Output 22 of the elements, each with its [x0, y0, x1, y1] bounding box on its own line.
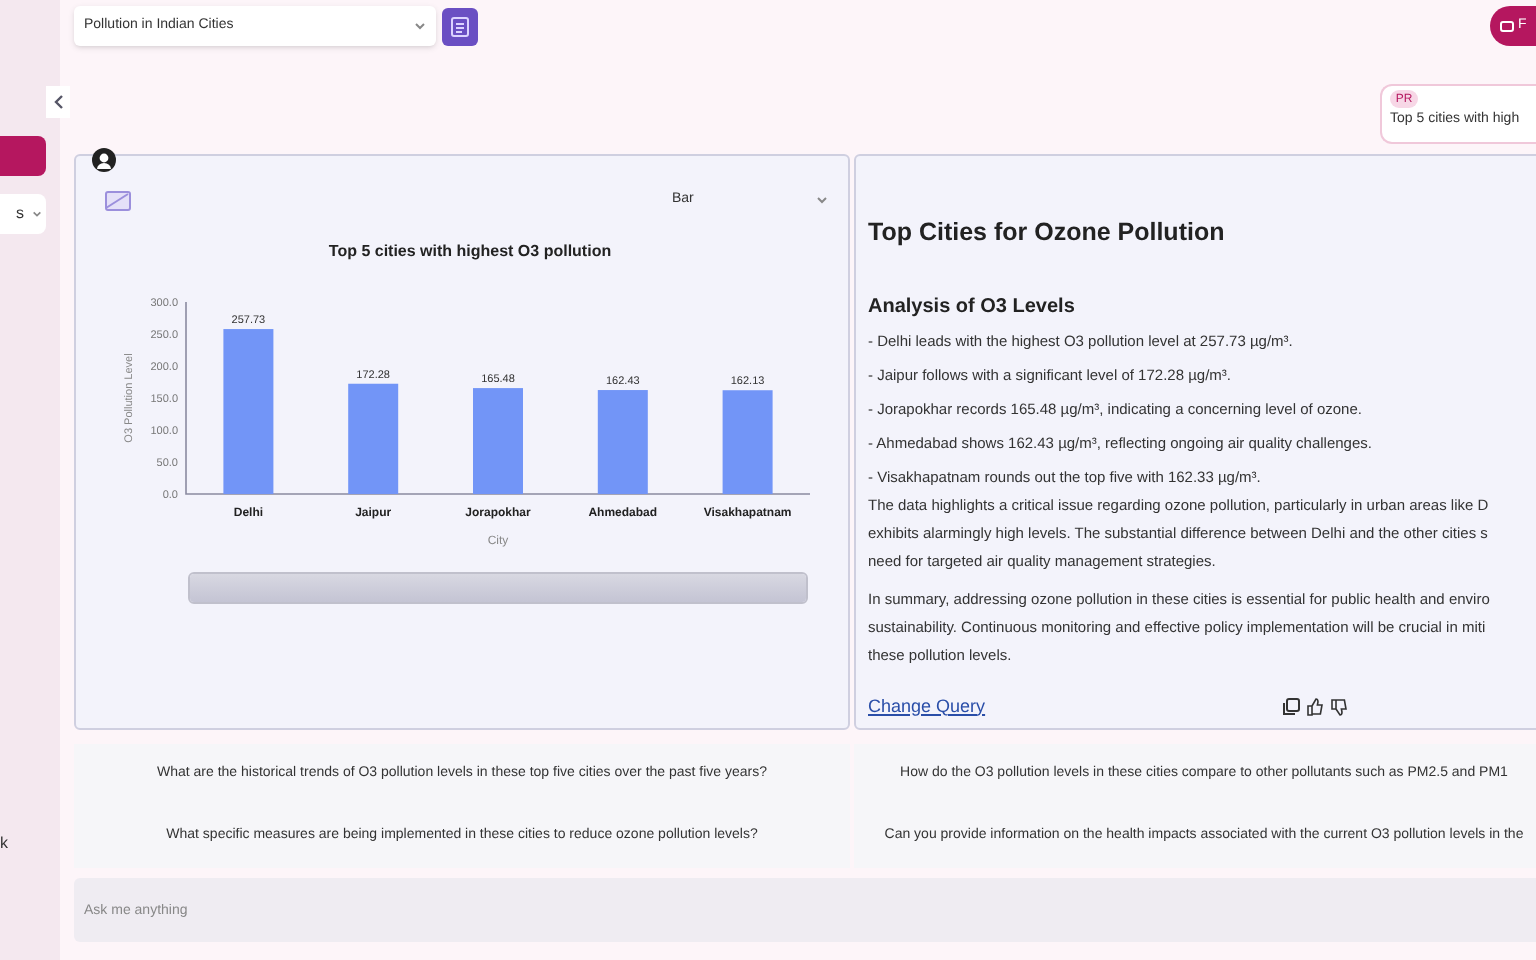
thumbs-down-icon — [1330, 697, 1348, 716]
answer-title: Top Cities for Ozone Pollution — [868, 220, 1227, 245]
thumbs-up-icon — [1306, 697, 1324, 716]
chevron-down-icon — [816, 196, 828, 204]
document-icon — [450, 15, 470, 37]
chevron-down-icon — [414, 22, 426, 30]
chart-title: Top 5 cities with highest O3 pollution — [328, 242, 612, 260]
bar — [597, 390, 648, 494]
sidebar-label: k — [0, 836, 10, 852]
change-query-link[interactable]: Change Query — [868, 693, 986, 720]
sidebar-select[interactable]: s — [0, 194, 46, 234]
image-icon — [104, 189, 132, 211]
bar — [722, 390, 773, 494]
bar — [348, 383, 399, 494]
chevron-left-icon — [52, 94, 64, 110]
answer-heading: Analysis of O3 Levels — [868, 297, 1077, 317]
collapse-button[interactable] — [46, 86, 70, 118]
document-button[interactable] — [442, 7, 478, 45]
bar — [473, 388, 523, 494]
chevron-down-icon — [32, 210, 42, 218]
copy-icon — [1282, 697, 1300, 716]
folder-icon — [1500, 20, 1514, 32]
